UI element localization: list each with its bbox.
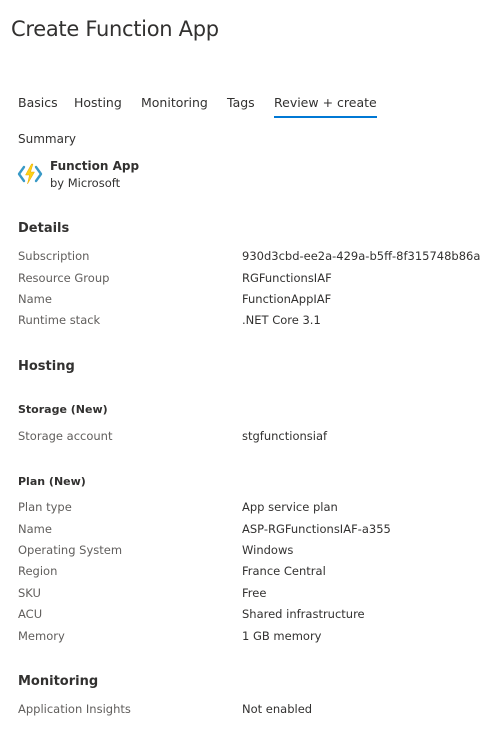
- plan-label-type: Plan type: [18, 500, 72, 514]
- plan-value-sku: Free: [242, 586, 267, 600]
- storage-heading: Storage (New): [18, 403, 108, 416]
- tab-review-create[interactable]: Review + create: [274, 95, 377, 118]
- plan-label-region: Region: [18, 564, 58, 578]
- product-name: Function App: [50, 159, 140, 173]
- product-publisher: by Microsoft: [50, 176, 121, 190]
- monitoring-value-app-insights: Not enabled: [242, 702, 313, 716]
- storage-label-account: Storage account: [18, 429, 113, 443]
- tab-tags[interactable]: Tags: [227, 95, 255, 116]
- plan-value-region: France Central: [242, 564, 326, 578]
- summary-heading: Summary: [18, 132, 76, 146]
- tab-hosting[interactable]: Hosting: [74, 95, 122, 116]
- plan-value-os: Windows: [242, 543, 294, 557]
- detail-label-name: Name: [18, 292, 52, 306]
- details-heading: Details: [18, 221, 70, 236]
- plan-label-acu: ACU: [18, 607, 43, 621]
- plan-value-type: App service plan: [242, 500, 338, 514]
- plan-heading: Plan (New): [18, 475, 86, 488]
- tab-monitoring[interactable]: Monitoring: [141, 95, 208, 116]
- azure-function-app-icon: [17, 163, 43, 185]
- plan-label-sku: SKU: [18, 586, 41, 600]
- plan-value-name: ASP-RGFunctionsIAF-a355: [242, 522, 391, 536]
- detail-value-runtime-stack: .NET Core 3.1: [242, 313, 321, 327]
- hosting-heading: Hosting: [18, 359, 75, 374]
- plan-label-name: Name: [18, 522, 52, 536]
- plan-label-memory: Memory: [18, 629, 65, 643]
- detail-value-subscription: 930d3cbd-ee2a-429a-b5ff-8f315748b86a: [242, 249, 481, 263]
- detail-label-runtime-stack: Runtime stack: [18, 313, 101, 327]
- monitoring-label-app-insights: Application Insights: [18, 702, 131, 716]
- plan-value-memory: 1 GB memory: [242, 629, 322, 643]
- detail-label-subscription: Subscription: [18, 249, 90, 263]
- page-title: Create Function App: [11, 17, 219, 41]
- monitoring-heading: Monitoring: [18, 674, 99, 689]
- storage-value-account: stgfunctionsiaf: [242, 429, 328, 443]
- detail-value-name: FunctionAppIAF: [242, 292, 332, 306]
- plan-label-os: Operating System: [18, 543, 123, 557]
- plan-value-acu: Shared infrastructure: [242, 607, 365, 621]
- detail-label-resource-group: Resource Group: [18, 271, 110, 285]
- detail-value-resource-group: RGFunctionsIAF: [242, 271, 332, 285]
- tab-basics[interactable]: Basics: [18, 95, 58, 116]
